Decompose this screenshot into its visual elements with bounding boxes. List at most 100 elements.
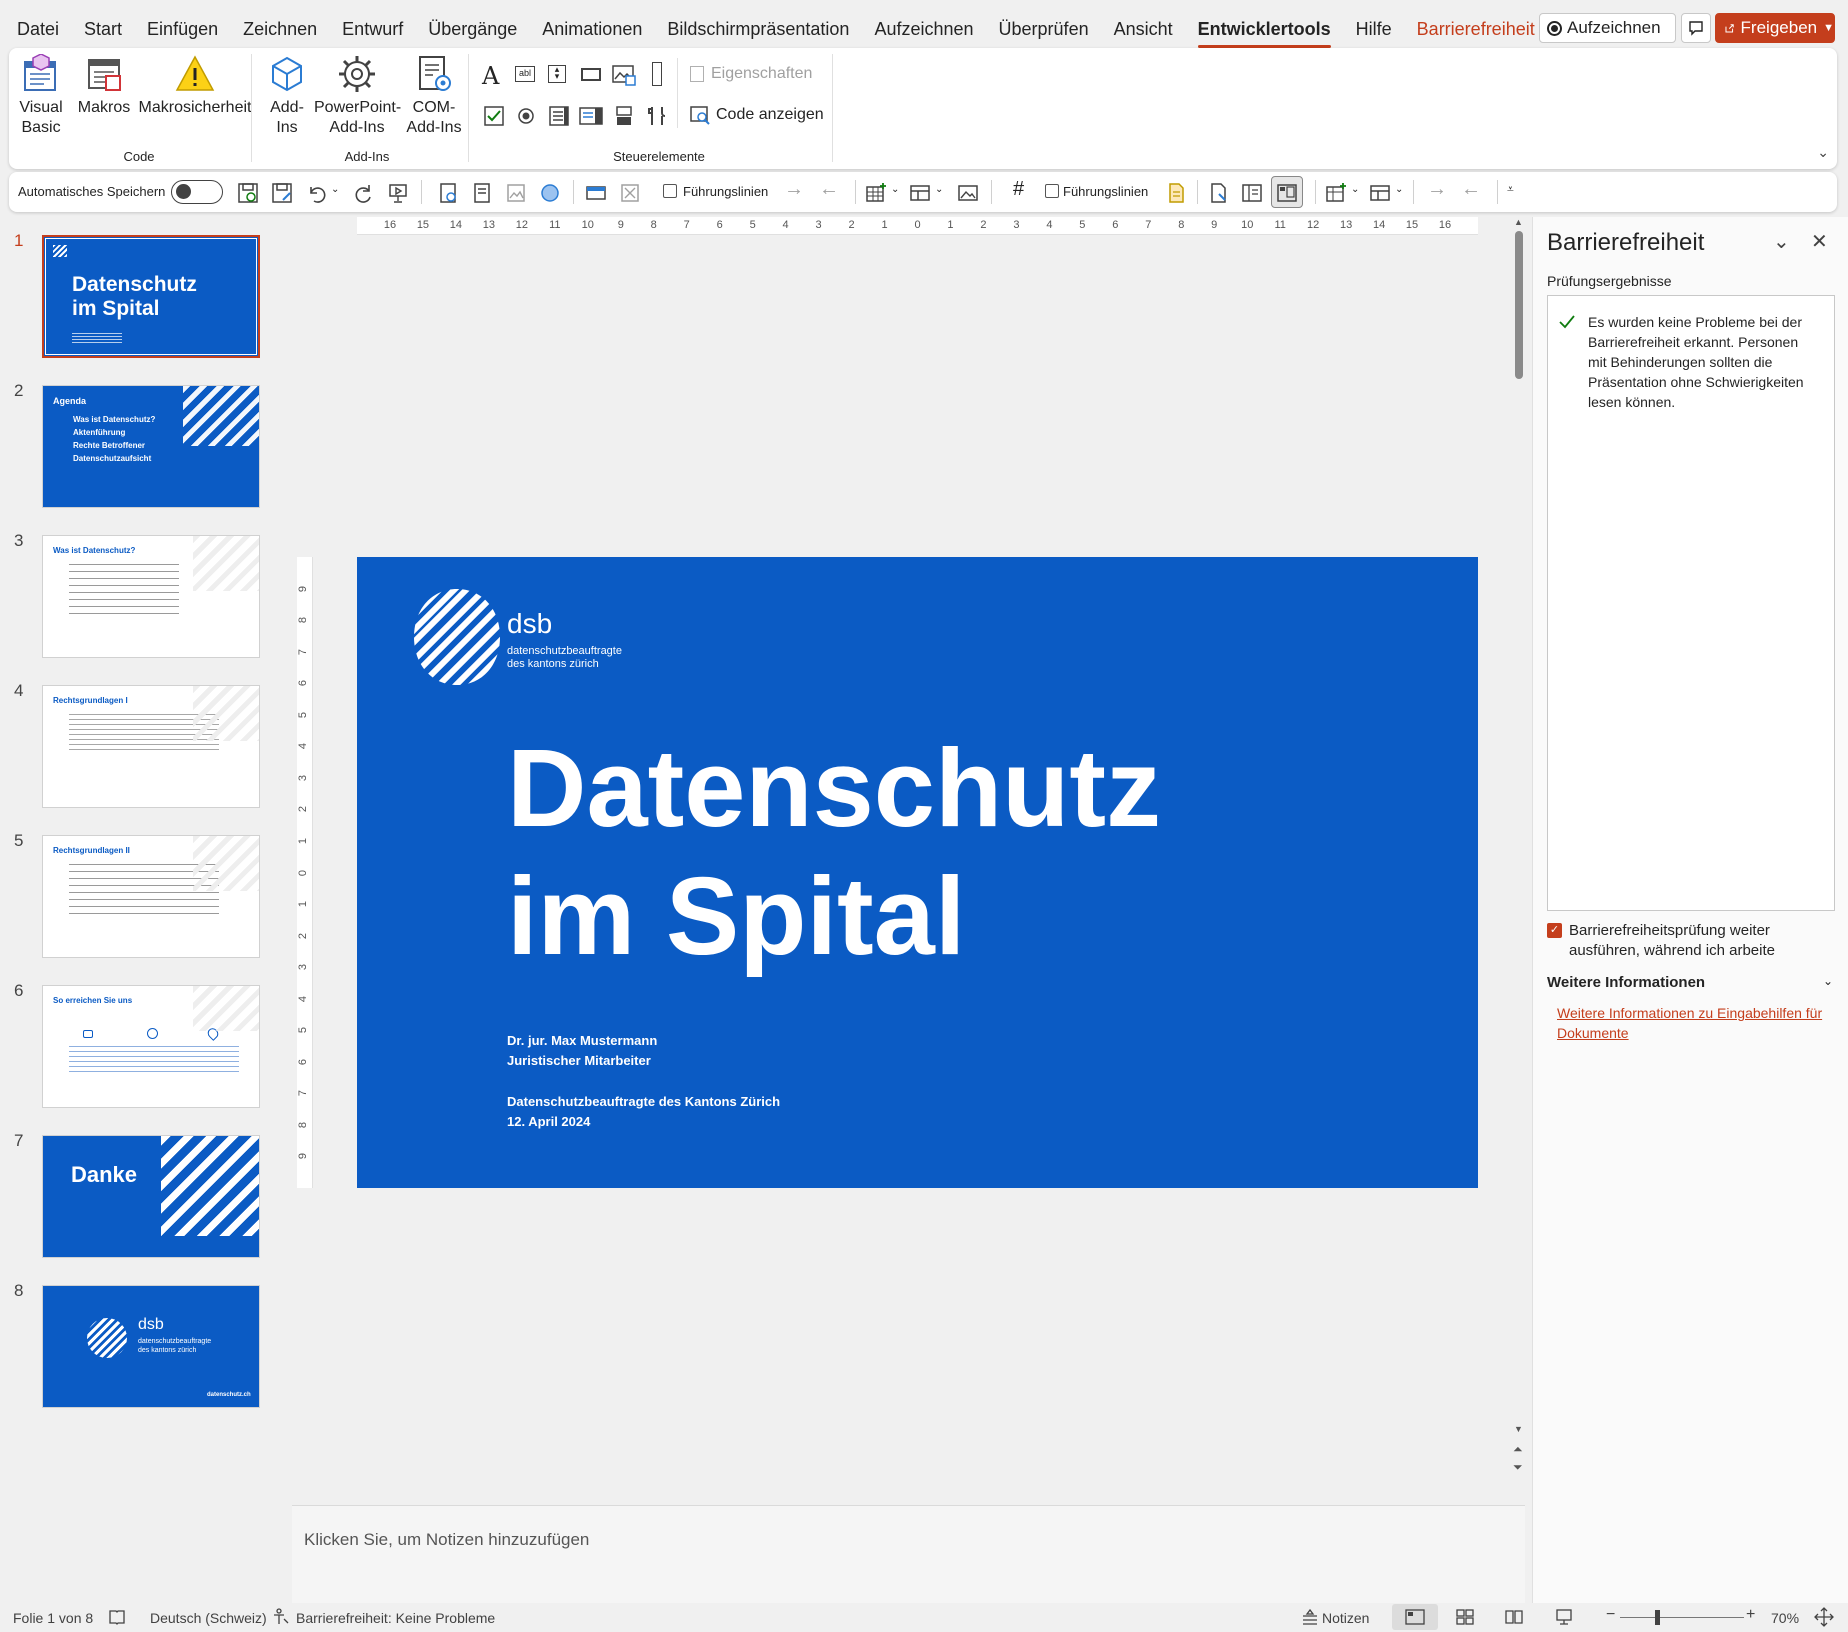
notes-toggle[interactable]: Notizen [1322, 1610, 1369, 1626]
button-control-icon[interactable] [581, 68, 601, 81]
tab-file[interactable]: Datei [17, 0, 59, 52]
save-as-icon[interactable] [271, 182, 293, 204]
chevron-down-icon[interactable]: ⌄ [1351, 184, 1359, 195]
combobox-control-icon[interactable] [579, 105, 603, 127]
close-icon[interactable]: ✕ [1811, 229, 1828, 254]
image-edit-icon[interactable] [957, 182, 979, 204]
comments-button[interactable] [1681, 13, 1711, 43]
more-info-link[interactable]: Weitere Informationen zu Eingabehilfen f… [1557, 1003, 1832, 1043]
more-info-heading[interactable]: Weitere Informationen [1547, 974, 1705, 991]
document-icon[interactable] [1165, 182, 1187, 204]
listbox-control-icon[interactable] [548, 105, 570, 127]
table-layout-icon[interactable] [1369, 182, 1391, 204]
thumbnail-slide-8[interactable]: dsb datenschutzbeauftragte des kantons z… [42, 1285, 260, 1408]
thumbnail-slide-1[interactable]: Datenschutz im Spital [42, 235, 260, 358]
vertical-scrollbar[interactable]: ▲ ▼ ⏶ ⏷ [1510, 217, 1528, 1505]
scrollbar-control-icon[interactable] [652, 62, 662, 86]
selection-pane-icon[interactable] [1207, 182, 1229, 204]
com-addins-button[interactable]: COM- Add-Ins [405, 54, 463, 138]
previous-slide-icon[interactable]: ⏶ [1513, 1442, 1523, 1457]
properties-button[interactable]: Eigenschaften [690, 65, 812, 83]
tab-view[interactable]: Ansicht [1114, 0, 1173, 52]
tab-draw[interactable]: Zeichnen [243, 0, 317, 52]
guides-checkbox-2[interactable] [1045, 184, 1059, 198]
scroll-down-arrow[interactable]: ▼ [1514, 1424, 1523, 1434]
pane-collapse-icon[interactable]: ⌄ [1773, 229, 1790, 254]
scroll-up-arrow[interactable]: ▲ [1514, 217, 1523, 227]
arrow-right-icon[interactable]: → [1427, 178, 1447, 201]
next-slide-icon[interactable]: ⏷ [1513, 1460, 1523, 1475]
thumbnail-slide-4[interactable]: Rechtsgrundlagen I [42, 685, 260, 808]
record-button[interactable]: Aufzeichnen [1539, 13, 1676, 43]
undo-dropdown-icon[interactable]: ⌄ [331, 184, 339, 195]
fit-to-window-icon[interactable] [1814, 1607, 1834, 1627]
new-slide-icon[interactable] [437, 182, 459, 204]
slide-canvas[interactable]: dsb datenschutzbeauftragte des kantons z… [357, 557, 1478, 1188]
zoom-in-button[interactable]: + [1746, 1606, 1755, 1624]
keep-checking-checkbox[interactable]: ✓ [1547, 923, 1562, 938]
picture-insert-icon[interactable] [505, 182, 527, 204]
chevron-down-icon[interactable]: ⌄ [1395, 184, 1403, 195]
zoom-out-button[interactable]: − [1606, 1606, 1615, 1624]
chevron-down-icon[interactable]: ⌄ [1823, 974, 1833, 988]
slideshow-icon[interactable] [1555, 1608, 1573, 1626]
shape-circle-icon[interactable] [539, 182, 561, 204]
guides-checkbox-1[interactable] [663, 184, 677, 198]
redo-icon[interactable] [353, 182, 375, 204]
image-control-icon[interactable] [612, 64, 636, 86]
macro-security-button[interactable]: Makrosicherheit [134, 54, 256, 118]
table-layout-icon[interactable] [909, 182, 931, 204]
tab-slideshow[interactable]: Bildschirmpräsentation [667, 0, 849, 52]
table-insert-icon[interactable] [1325, 182, 1347, 204]
thumbnail-slide-2[interactable]: Agenda Was ist Datenschutz? Aktenführung… [42, 385, 260, 508]
thumbnail-slide-7[interactable]: Danke [42, 1135, 260, 1258]
toggle-control-icon[interactable] [614, 105, 634, 127]
tab-developer[interactable]: Entwicklertools [1197, 0, 1331, 52]
scrollbar-thumb[interactable] [1515, 231, 1523, 379]
radio-control-icon[interactable] [517, 107, 535, 125]
textbox-control-icon[interactable]: abl [515, 66, 535, 82]
zoom-slider-track[interactable] [1620, 1617, 1744, 1618]
notes-area[interactable]: Klicken Sie, um Notizen hinzuzufügen [292, 1505, 1525, 1603]
arrow-right-icon[interactable]: → [784, 178, 804, 201]
tab-design[interactable]: Entwurf [342, 0, 403, 52]
macros-button[interactable]: Makros [77, 54, 131, 118]
zoom-slider-thumb[interactable] [1655, 1610, 1660, 1625]
label-control-icon[interactable]: A [482, 62, 499, 90]
arrow-left-icon[interactable]: ← [819, 178, 839, 201]
arrow-left-icon[interactable]: ← [1461, 178, 1481, 201]
tab-insert[interactable]: Einfügen [147, 0, 218, 52]
tab-help[interactable]: Hilfe [1356, 0, 1392, 52]
layout-icon[interactable] [471, 182, 493, 204]
tab-animations[interactable]: Animationen [542, 0, 642, 52]
tab-home[interactable]: Start [84, 0, 122, 52]
reading-view-icon[interactable] [1505, 1608, 1523, 1626]
ribbon-collapse-button[interactable]: ⌄ [1817, 144, 1829, 161]
textbox-icon[interactable] [585, 182, 607, 204]
grid-icon[interactable]: # [1013, 178, 1024, 201]
spin-control-icon[interactable]: ▴ ▾ [548, 65, 566, 83]
outline-view-icon[interactable] [1241, 182, 1263, 204]
autosave-toggle[interactable] [171, 180, 223, 204]
customize-qat-icon[interactable]: ⩡ [1507, 182, 1514, 197]
undo-icon[interactable] [305, 182, 327, 204]
thumbnail-slide-3[interactable]: Was ist Datenschutz? [42, 535, 260, 658]
visual-basic-button[interactable]: Visual Basic [19, 54, 63, 138]
save-icon[interactable] [237, 182, 259, 204]
powerpoint-addins-button[interactable]: PowerPoint- Add-Ins [314, 54, 401, 138]
book-icon[interactable] [108, 1608, 126, 1626]
zoom-level[interactable]: 70% [1771, 1610, 1799, 1626]
tab-accessibility[interactable]: Barrierefreiheit [1417, 0, 1535, 52]
slide-sorter-icon[interactable] [1456, 1608, 1474, 1626]
addins-button[interactable]: Add- Ins [265, 54, 309, 138]
chevron-down-icon[interactable]: ⌄ [891, 184, 899, 195]
table-insert-icon[interactable] [865, 182, 887, 204]
tab-transitions[interactable]: Übergänge [428, 0, 517, 52]
thumbnail-slide-5[interactable]: Rechtsgrundlagen II [42, 835, 260, 958]
thumbnail-slide-6[interactable]: So erreichen Sie uns [42, 985, 260, 1108]
tab-review[interactable]: Überprüfen [999, 0, 1089, 52]
more-controls-icon[interactable] [647, 105, 669, 127]
present-icon[interactable] [387, 182, 409, 204]
clear-icon[interactable] [619, 182, 641, 204]
tab-record[interactable]: Aufzeichnen [874, 0, 973, 52]
